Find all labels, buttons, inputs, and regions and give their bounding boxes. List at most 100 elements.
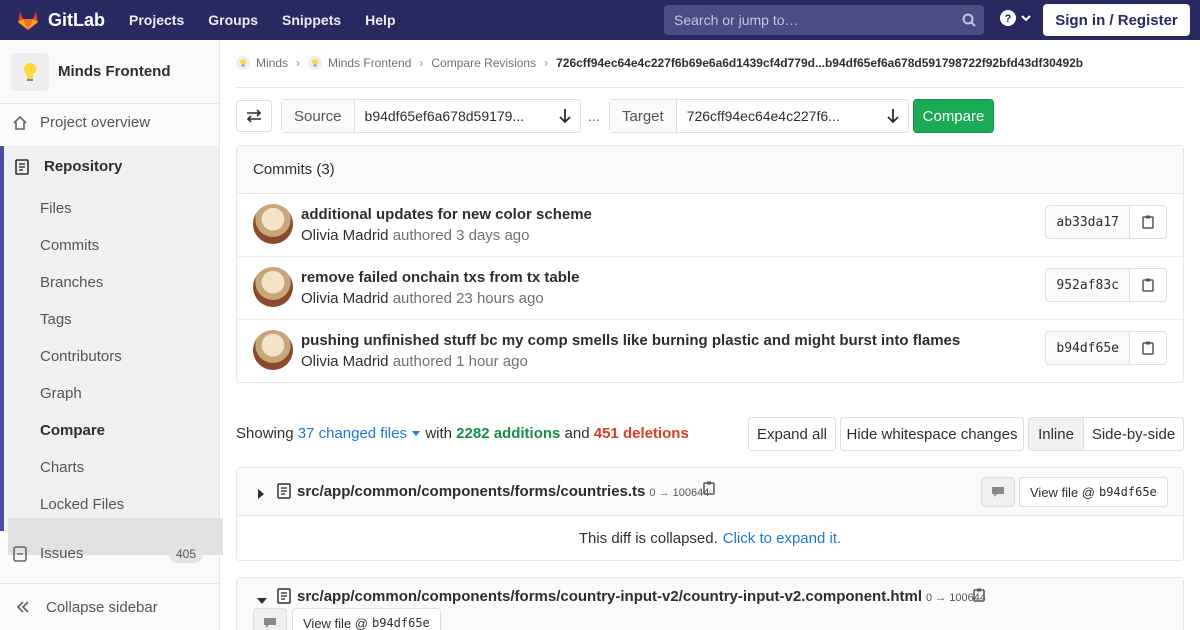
view-file-button[interactable]: View file @ b94df65e xyxy=(292,608,441,630)
commit-meta: Olivia Madrid authored 1 hour ago xyxy=(301,353,528,370)
source-value: b94df65ef6a678d59179... xyxy=(364,108,525,124)
sidebar-item-charts[interactable]: Charts xyxy=(40,459,84,476)
source-revision-dropdown[interactable]: Source b94df65ef6a678d59179... xyxy=(281,99,581,133)
avatar[interactable] xyxy=(253,267,293,307)
target-revision-dropdown[interactable]: Target 726cff94ec64e4c227f6... xyxy=(609,99,909,133)
breadcrumb-compare-revisions[interactable]: Compare Revisions xyxy=(431,56,536,70)
sidebar-item-contributors[interactable]: Contributors xyxy=(40,348,122,365)
commits-header: Commits (3) xyxy=(237,146,1183,194)
view-file-button[interactable]: View file @ b94df65e xyxy=(1019,477,1168,507)
hide-whitespace-button[interactable]: Hide whitespace changes xyxy=(840,417,1024,451)
commit-title-link[interactable]: remove failed onchain txs from tx table xyxy=(301,269,579,286)
commit-time: authored 3 days ago xyxy=(392,227,530,244)
commit-title-link[interactable]: additional updates for new color scheme xyxy=(301,206,592,223)
additions-count: 2282 additions xyxy=(456,425,561,442)
breadcrumb-minds[interactable]: Minds xyxy=(236,56,288,70)
nav-projects[interactable]: Projects xyxy=(129,12,184,28)
sidebar-item-label: Issues xyxy=(40,545,84,562)
clipboard-icon xyxy=(1142,278,1154,292)
commit-author-link[interactable]: Olivia Madrid xyxy=(301,227,389,244)
sidebar: Minds Frontend Project overview Reposito… xyxy=(0,40,223,630)
target-label: Target xyxy=(610,100,677,132)
sidebar-item-files[interactable]: Files xyxy=(40,200,72,217)
commit-author-link[interactable]: Olivia Madrid xyxy=(301,290,389,307)
view-file-sha: b94df65e xyxy=(1098,485,1157,499)
sidebar-item-commits[interactable]: Commits xyxy=(40,237,99,254)
gitlab-logo-link[interactable]: GitLab xyxy=(0,8,120,32)
diff-file-header[interactable]: src/app/common/components/forms/country-… xyxy=(237,578,1183,630)
caret-down-icon[interactable] xyxy=(257,592,267,608)
breadcrumb-separator: › xyxy=(544,56,549,70)
side-by-side-view-button[interactable]: Side-by-side xyxy=(1083,417,1184,451)
project-avatar xyxy=(11,52,49,91)
commits-panel: Commits (3) additional updates for new c… xyxy=(236,145,1184,383)
swap-revisions-button[interactable] xyxy=(236,100,272,132)
summary-and: and xyxy=(564,425,590,442)
breadcrumb-current[interactable]: 726cff94ec64e4c227f6b69e6a6d1439cf4d779d… xyxy=(556,56,1083,70)
file-path: src/app/common/components/forms/country-… xyxy=(297,588,923,605)
copy-sha-button[interactable] xyxy=(1130,206,1166,238)
collapse-sidebar-button[interactable]: Collapse sidebar xyxy=(0,583,219,630)
issues-count-badge: 405 xyxy=(168,544,203,563)
revision-separator: ... xyxy=(588,108,600,124)
commit-sha-group: b94df65e xyxy=(1045,331,1167,365)
copy-file-path-button[interactable] xyxy=(703,481,715,498)
inline-view-button[interactable]: Inline xyxy=(1028,417,1084,451)
view-file-label: View file @ xyxy=(303,615,368,630)
commit-meta: Olivia Madrid authored 3 days ago xyxy=(301,227,529,244)
nav-help[interactable]: Help xyxy=(365,12,395,28)
clipboard-icon xyxy=(1142,341,1154,355)
nav-groups[interactable]: Groups xyxy=(208,12,258,28)
breadcrumb: Minds › Minds Frontend › Compare Revisio… xyxy=(236,56,1083,70)
commit-sha-link[interactable]: b94df65e xyxy=(1046,332,1130,364)
file-path-link[interactable]: src/app/common/components/forms/countrie… xyxy=(297,483,709,500)
avatar[interactable] xyxy=(253,204,293,244)
compare-button[interactable]: Compare xyxy=(913,99,994,133)
search-input[interactable]: Search or jump to… xyxy=(664,5,984,35)
help-dropdown[interactable]: ? xyxy=(1000,10,1032,26)
diff-file: src/app/common/components/forms/country-… xyxy=(236,577,1184,630)
copy-sha-button[interactable] xyxy=(1130,269,1166,301)
collapse-sidebar-label: Collapse sidebar xyxy=(46,598,158,616)
sign-in-button[interactable]: Sign in / Register xyxy=(1043,4,1190,36)
copy-sha-button[interactable] xyxy=(1130,332,1166,364)
commit-time: authored 23 hours ago xyxy=(392,290,544,307)
breadcrumb-label: Minds Frontend xyxy=(328,56,412,70)
commit-sha-link[interactable]: 952af83c xyxy=(1046,269,1130,301)
comment-icon xyxy=(264,618,276,628)
sidebar-item-project-overview[interactable]: Project overview xyxy=(0,104,219,141)
sidebar-item-repository[interactable]: Repository xyxy=(0,148,215,185)
commit-row: remove failed onchain txs from tx table … xyxy=(237,257,1183,320)
sidebar-item-branches[interactable]: Branches xyxy=(40,274,103,291)
avatar[interactable] xyxy=(253,330,293,370)
toggle-comments-button[interactable] xyxy=(981,477,1015,507)
expand-all-button[interactable]: Expand all xyxy=(748,417,836,451)
diff-file-header[interactable]: src/app/common/components/forms/countrie… xyxy=(237,468,1183,516)
chevron-down-icon xyxy=(1021,15,1031,22)
search-placeholder: Search or jump to… xyxy=(674,12,799,28)
commit-title-link[interactable]: pushing unfinished stuff bc my comp smel… xyxy=(301,332,960,349)
caret-right-icon[interactable] xyxy=(257,486,265,502)
nav-snippets[interactable]: Snippets xyxy=(282,12,341,28)
changed-files-dropdown[interactable]: 37 changed files xyxy=(298,425,421,442)
group-avatar-icon xyxy=(236,56,250,70)
commit-author-link[interactable]: Olivia Madrid xyxy=(301,353,389,370)
breadcrumb-minds-frontend[interactable]: Minds Frontend xyxy=(308,56,411,70)
sidebar-item-compare[interactable]: Compare xyxy=(40,422,105,439)
source-label: Source xyxy=(282,100,355,132)
sidebar-item-graph[interactable]: Graph xyxy=(40,385,82,402)
toggle-comments-button[interactable] xyxy=(253,608,287,630)
sidebar-item-issues[interactable]: Issues 405 xyxy=(0,535,219,572)
commit-meta: Olivia Madrid authored 23 hours ago xyxy=(301,290,544,307)
issues-icon xyxy=(0,545,40,562)
file-path-link[interactable]: src/app/common/components/forms/country-… xyxy=(297,588,986,605)
sidebar-project[interactable]: Minds Frontend xyxy=(0,40,219,104)
sidebar-item-locked-files[interactable]: Locked Files xyxy=(40,496,124,513)
copy-file-path-button[interactable] xyxy=(973,588,985,605)
diff-file: src/app/common/components/forms/countrie… xyxy=(236,467,1184,561)
expand-diff-link[interactable]: Click to expand it. xyxy=(723,530,841,547)
comment-icon xyxy=(992,487,1004,497)
sidebar-item-tags[interactable]: Tags xyxy=(40,311,72,328)
file-icon xyxy=(277,588,291,607)
commit-sha-link[interactable]: ab33da17 xyxy=(1046,206,1130,238)
